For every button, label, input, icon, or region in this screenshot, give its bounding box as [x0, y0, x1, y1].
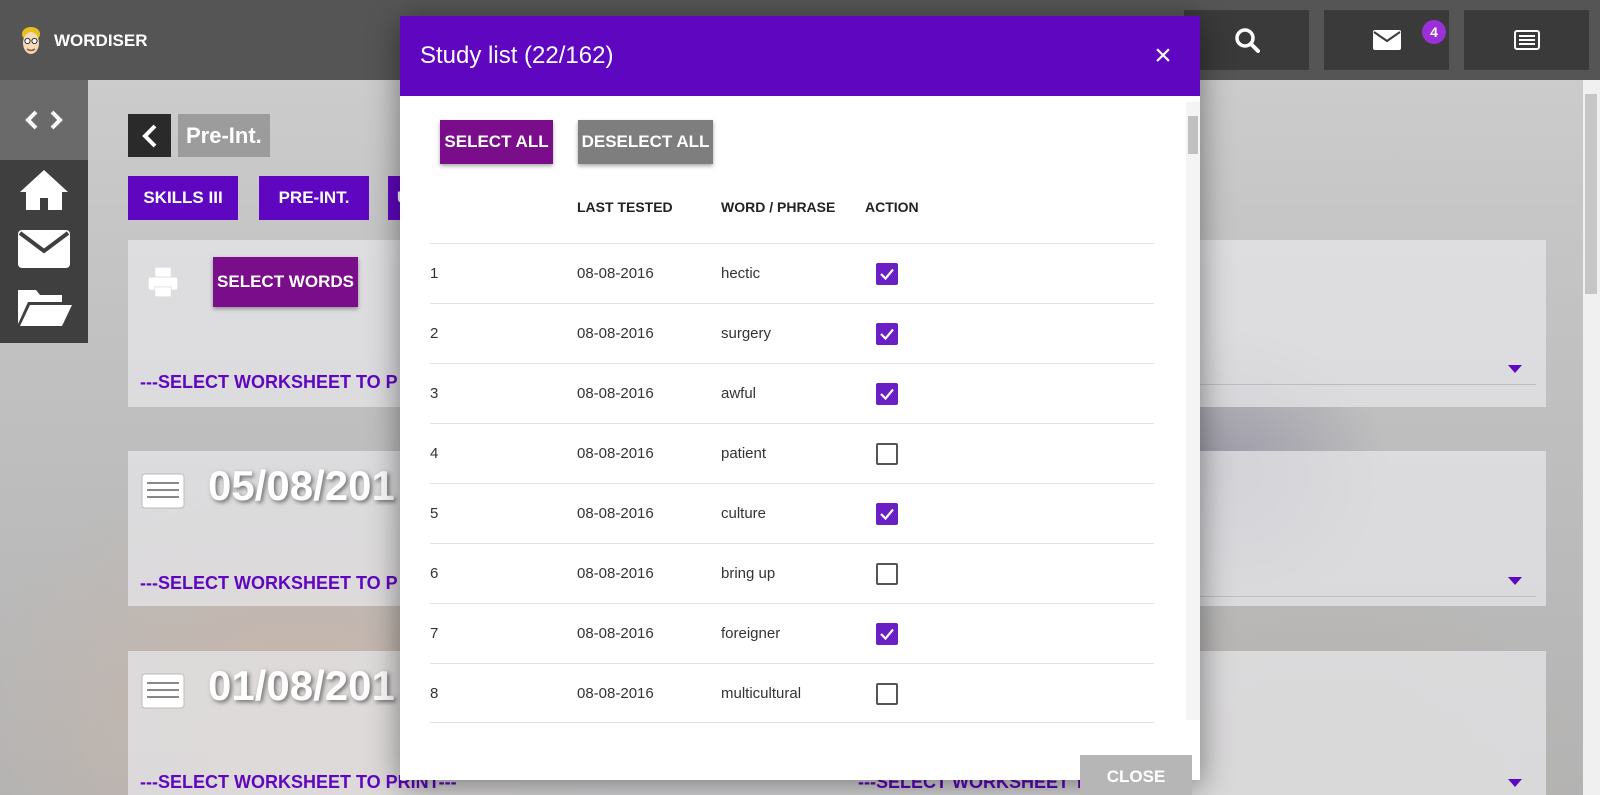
search-icon: [1234, 28, 1260, 53]
row-checkbox[interactable]: [876, 563, 898, 585]
list-icon: [1513, 30, 1540, 50]
print-icon[interactable]: [141, 264, 185, 300]
row-checkbox[interactable]: [876, 443, 898, 465]
column-header-action: ACTION: [865, 199, 919, 215]
column-header-word: WORD / PHRASE: [721, 199, 836, 215]
row-last-tested: 08-08-2016: [577, 625, 654, 642]
study-list-modal: Study list (22/162) × SELECT ALL DESELEC…: [400, 16, 1200, 795]
modal-scrollbar-thumb[interactable]: [1188, 116, 1198, 154]
table-row: 6 08-08-2016 bring up: [430, 543, 1154, 603]
folder-open-icon[interactable]: [16, 282, 72, 330]
divider: [1200, 596, 1536, 597]
list-icon: [141, 473, 185, 509]
modal-body: SELECT ALL DESELECT ALL LAST TESTED WORD…: [400, 96, 1200, 726]
select-words-button[interactable]: SELECT WORDS: [213, 257, 358, 307]
tab-skills-iii[interactable]: SKILLS III: [128, 176, 238, 220]
modal-scrollbar[interactable]: [1186, 102, 1200, 720]
dropdown-caret-icon[interactable]: [1508, 779, 1522, 787]
row-number: 5: [430, 505, 439, 522]
row-word: foreigner: [721, 625, 781, 642]
row-word: bring up: [721, 565, 776, 582]
dropdown-caret-icon[interactable]: [1508, 577, 1522, 585]
row-number: 8: [430, 685, 439, 702]
deselect-all-button[interactable]: DESELECT ALL: [578, 120, 713, 164]
row-last-tested: 08-08-2016: [577, 565, 654, 582]
messages-badge: 4: [1422, 20, 1446, 44]
divider: [1200, 384, 1536, 385]
worksheet-select[interactable]: ---SELECT WORKSHEET TO P: [140, 372, 398, 393]
check-icon: [880, 328, 894, 341]
row-checkbox[interactable]: [876, 503, 898, 525]
row-last-tested: 08-08-2016: [577, 385, 654, 402]
row-number: 2: [430, 325, 439, 342]
worksheet-select[interactable]: ---SELECT WORKSHEET TO P: [140, 573, 398, 594]
row-last-tested: 08-08-2016: [577, 685, 654, 702]
list-icon: [141, 673, 185, 709]
row-checkbox[interactable]: [876, 263, 898, 285]
table-row: 7 08-08-2016 foreigner: [430, 603, 1154, 663]
page-scrollbar-thumb[interactable]: [1585, 94, 1597, 294]
mail-icon[interactable]: [16, 224, 72, 272]
check-icon: [880, 268, 894, 281]
code-arrows-icon: [25, 110, 63, 130]
table-row: 1 08-08-2016 hectic: [430, 243, 1154, 303]
app-name[interactable]: WORDISER: [54, 31, 148, 51]
row-last-tested: 08-08-2016: [577, 265, 654, 282]
sidebar-toggle[interactable]: [0, 80, 88, 160]
row-checkbox[interactable]: [876, 383, 898, 405]
select-all-button[interactable]: SELECT ALL: [440, 120, 553, 164]
table-row: 5 08-08-2016 culture: [430, 483, 1154, 543]
close-icon[interactable]: ×: [1148, 41, 1178, 72]
check-icon: [880, 388, 894, 401]
worksheet-date: 01/08/201: [208, 662, 395, 709]
table-row: 3 08-08-2016 awful: [430, 363, 1154, 423]
table-row: 4 08-08-2016 patient: [430, 423, 1154, 483]
sidebar: [0, 80, 88, 343]
messages-button[interactable]: 4: [1324, 10, 1449, 70]
table-row: 8 08-08-2016 multicultural: [430, 663, 1154, 723]
row-last-tested: 08-08-2016: [577, 445, 654, 462]
home-icon[interactable]: [16, 166, 72, 214]
close-button[interactable]: CLOSE: [1080, 755, 1192, 795]
row-word: awful: [721, 385, 757, 402]
row-last-tested: 08-08-2016: [577, 505, 654, 522]
row-checkbox[interactable]: [876, 683, 898, 705]
row-number: 3: [430, 385, 439, 402]
modal-header: Study list (22/162) ×: [400, 16, 1200, 96]
row-last-tested: 08-08-2016: [577, 325, 654, 342]
row-number: 1: [430, 265, 439, 282]
check-icon: [880, 628, 894, 641]
row-number: 4: [430, 445, 439, 462]
envelope-icon: [1372, 30, 1401, 50]
table-row: 2 08-08-2016 surgery: [430, 303, 1154, 363]
row-checkbox[interactable]: [876, 323, 898, 345]
back-button[interactable]: [128, 114, 171, 157]
column-header-last-tested: LAST TESTED: [577, 199, 673, 215]
search-button[interactable]: [1184, 10, 1309, 70]
level-title: Pre-Int.: [178, 114, 270, 157]
row-word: culture: [721, 505, 767, 522]
row-checkbox[interactable]: [876, 623, 898, 645]
dropdown-caret-icon[interactable]: [1508, 365, 1522, 373]
row-word: surgery: [721, 325, 772, 342]
tab-pre-int[interactable]: PRE-INT.: [259, 176, 369, 220]
logo-icon: [22, 27, 40, 54]
row-word: patient: [721, 445, 767, 462]
row-word: multicultural: [721, 685, 802, 702]
modal-title: Study list (22/162): [420, 42, 614, 69]
row-number: 7: [430, 625, 439, 642]
row-word: hectic: [721, 265, 761, 282]
page-scrollbar[interactable]: [1583, 80, 1600, 795]
chevron-left-icon: [141, 124, 156, 147]
row-number: 6: [430, 565, 439, 582]
check-icon: [880, 508, 894, 521]
worksheet-date: 05/08/201: [208, 462, 395, 509]
worksheets-button[interactable]: [1464, 10, 1589, 70]
